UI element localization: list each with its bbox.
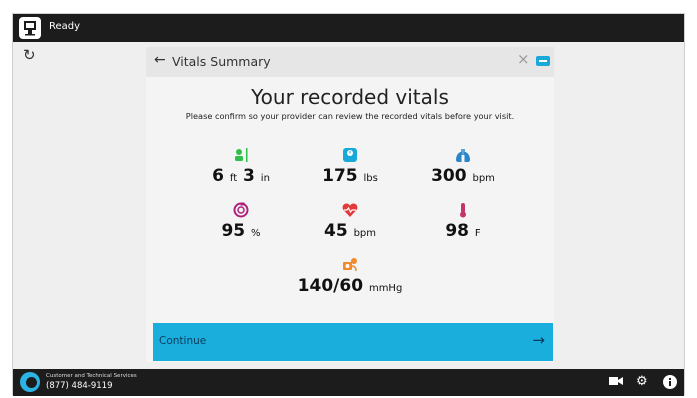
page-heading: Your recorded vitals	[251, 85, 449, 109]
heart-rate-number: 45	[323, 221, 348, 241]
blood-pressure-value: 140/60 mmHg	[290, 276, 410, 296]
continue-button-label: Continue	[159, 335, 207, 347]
top-status-bar: Ready	[13, 14, 684, 42]
blood-pressure-icon	[343, 258, 357, 272]
heart-icon	[342, 203, 358, 217]
refresh-icon[interactable]: ↻	[23, 48, 36, 63]
oxygen-number: 95	[221, 221, 246, 241]
heart-rate-value: 45 bpm	[290, 221, 410, 241]
respiration-unit: bpm	[472, 173, 495, 184]
height-vital: 6 ft 3 in	[181, 147, 301, 186]
oxygen-gauge-icon	[233, 202, 249, 218]
blood-pressure-vital: 140/60 mmHg	[290, 257, 410, 296]
respiration-vital: 300 bpm	[403, 147, 523, 186]
info-icon[interactable]	[663, 375, 677, 392]
height-feet-value: 6	[212, 166, 224, 186]
dialog-header: ← Vitals Summary ×	[146, 47, 554, 77]
page-subheading: Please confirm so your provider can revi…	[185, 111, 515, 121]
temperature-number: 98	[445, 221, 469, 241]
height-value: 6 ft 3 in	[181, 166, 301, 186]
heart-rate-vital: 45 bpm	[290, 202, 410, 241]
gear-icon[interactable]: ⚙	[636, 375, 648, 388]
keyboard-icon[interactable]	[536, 56, 550, 66]
weight-unit: lbs	[363, 173, 378, 184]
weight-scale-icon	[343, 148, 357, 162]
lungs-icon	[456, 149, 470, 162]
vitals-summary-dialog: ← Vitals Summary × Your recorded vitals …	[146, 47, 554, 362]
video-camera-icon[interactable]	[609, 375, 623, 390]
height-inches-unit: in	[260, 173, 270, 184]
temperature-vital: 98 F	[403, 202, 523, 241]
height-icon	[235, 148, 248, 162]
back-arrow-icon[interactable]: ←	[154, 53, 166, 67]
oxygen-value: 95 %	[181, 221, 301, 241]
blood-pressure-unit: mmHg	[368, 283, 403, 294]
app-window: Ready ↻ ← Vitals Summary × Your recorded…	[12, 13, 685, 396]
company-logo	[20, 372, 40, 392]
respiration-value: 300 bpm	[403, 166, 523, 186]
support-phone: (877) 484-9119	[46, 381, 113, 391]
support-label: Customer and Technical Services	[46, 373, 137, 379]
temperature-value: 98 F	[403, 221, 523, 241]
connection-status: Ready	[49, 21, 81, 32]
weight-vital: 175 lbs	[290, 147, 410, 186]
height-feet-unit: ft	[229, 173, 238, 184]
close-icon[interactable]: ×	[517, 52, 530, 67]
blood-pressure-number: 140/60	[297, 276, 364, 296]
weight-value: 175 lbs	[290, 166, 410, 186]
heart-rate-unit: bpm	[353, 228, 377, 239]
respiration-number: 300	[431, 166, 467, 186]
weight-number: 175	[322, 166, 358, 186]
height-inches-value: 3	[243, 166, 255, 186]
continue-button[interactable]: Continue →	[153, 323, 553, 361]
thermometer-icon	[460, 203, 466, 218]
temperature-unit: F	[474, 228, 481, 239]
oxygen-vital: 95 %	[181, 202, 301, 241]
bottom-bar: Customer and Technical Services (877) 48…	[13, 369, 684, 396]
oxygen-unit: %	[251, 228, 261, 239]
dialog-title: Vitals Summary	[172, 54, 271, 69]
kiosk-device-icon	[19, 17, 41, 39]
arrow-right-icon: →	[532, 331, 545, 349]
